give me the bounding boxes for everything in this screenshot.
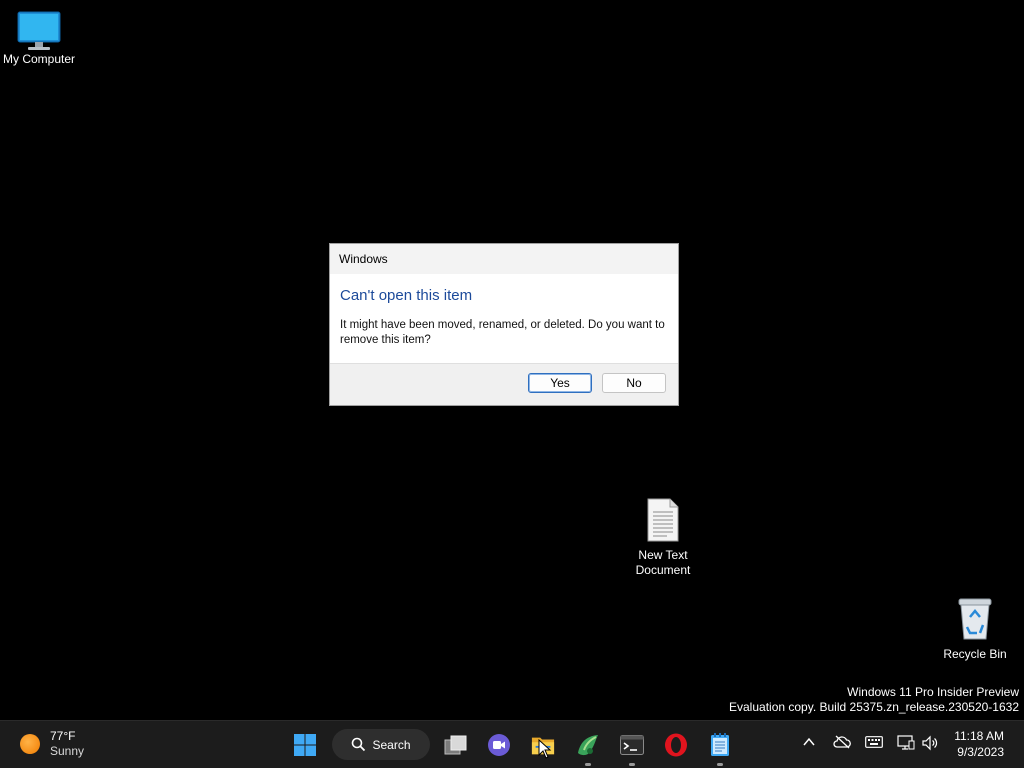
desktop-icon-my-computer[interactable]: My Computer: [0, 10, 78, 67]
clock-date: 9/3/2023: [957, 745, 1004, 759]
desktop-icon-label: New Text Document: [635, 548, 691, 577]
terminal-button[interactable]: [620, 733, 644, 757]
taskbar: 77°F Sunny Search 11:18 AM 9/3/2023: [0, 720, 1024, 768]
desktop-icon-label: Recycle Bin: [943, 647, 1007, 661]
weather-temperature: 77°F: [50, 729, 76, 743]
show-hidden-icons-button[interactable]: [802, 735, 816, 754]
keyboard-icon: [865, 736, 883, 748]
mouse-cursor-icon: [538, 739, 552, 759]
dialog-title: Windows: [339, 252, 388, 266]
desktop-icon-new-text-document[interactable]: New Text Document: [626, 498, 700, 578]
clock-time: 11:18 AM: [954, 729, 1004, 743]
weather-condition: Sunny: [50, 744, 85, 758]
speaker-icon: [922, 735, 938, 751]
network-ethernet-icon: [897, 735, 915, 750]
terminal-icon: [620, 735, 644, 755]
sun-icon: [20, 734, 40, 754]
meet-icon: [488, 734, 510, 756]
notepad-icon: [711, 733, 729, 756]
desktop-icon-label: My Computer: [2, 52, 76, 66]
edge-beta-button[interactable]: [576, 733, 600, 757]
task-view-icon: [444, 735, 467, 755]
yes-button[interactable]: Yes: [528, 373, 592, 393]
dialog-message: It might have been moved, renamed, or de…: [340, 319, 665, 346]
recycle-bin-icon: [958, 598, 992, 640]
dialog-title-bar[interactable]: Windows: [330, 244, 678, 274]
search-icon: [352, 737, 366, 752]
chevron-up-icon: [803, 737, 815, 746]
network-button[interactable]: [897, 735, 915, 756]
dialog-heading: Can't open this item: [340, 287, 473, 304]
running-indicator: [629, 763, 635, 766]
notepad-button[interactable]: [708, 733, 732, 757]
windows-logo-icon: [294, 734, 316, 756]
monitor-icon: [17, 11, 61, 50]
cant-open-item-dialog: Windows Can't open this item It might ha…: [329, 243, 679, 406]
onedrive-button[interactable]: [833, 735, 851, 754]
taskbar-clock[interactable]: 11:18 AM 9/3/2023: [954, 728, 1004, 760]
watermark-line-1: Windows 11 Pro Insider Preview: [847, 685, 1019, 699]
opera-button[interactable]: [664, 733, 688, 757]
edge-beta-icon: [578, 735, 598, 756]
watermark-line-2: Evaluation copy. Build 25375.zn_release.…: [729, 700, 1019, 714]
taskbar-search-button[interactable]: Search: [332, 729, 430, 760]
desktop-icon-recycle-bin[interactable]: Recycle Bin: [938, 597, 1012, 662]
search-label: Search: [372, 737, 411, 752]
dialog-footer: Yes No: [330, 363, 678, 405]
input-indicator-button[interactable]: [865, 735, 883, 754]
evaluation-watermark: Windows 11 Pro Insider Preview Evaluatio…: [729, 685, 1019, 715]
volume-button[interactable]: [921, 735, 939, 756]
start-button[interactable]: [293, 733, 317, 757]
meet-button[interactable]: [487, 733, 511, 757]
cloud-offline-icon: [833, 735, 851, 749]
task-view-button[interactable]: [444, 733, 468, 757]
text-document-icon: [647, 498, 679, 542]
running-indicator: [717, 763, 723, 766]
running-indicator: [585, 763, 591, 766]
opera-icon: [665, 733, 687, 757]
weather-widget[interactable]: 77°F Sunny: [20, 729, 84, 759]
no-button[interactable]: No: [602, 373, 666, 393]
